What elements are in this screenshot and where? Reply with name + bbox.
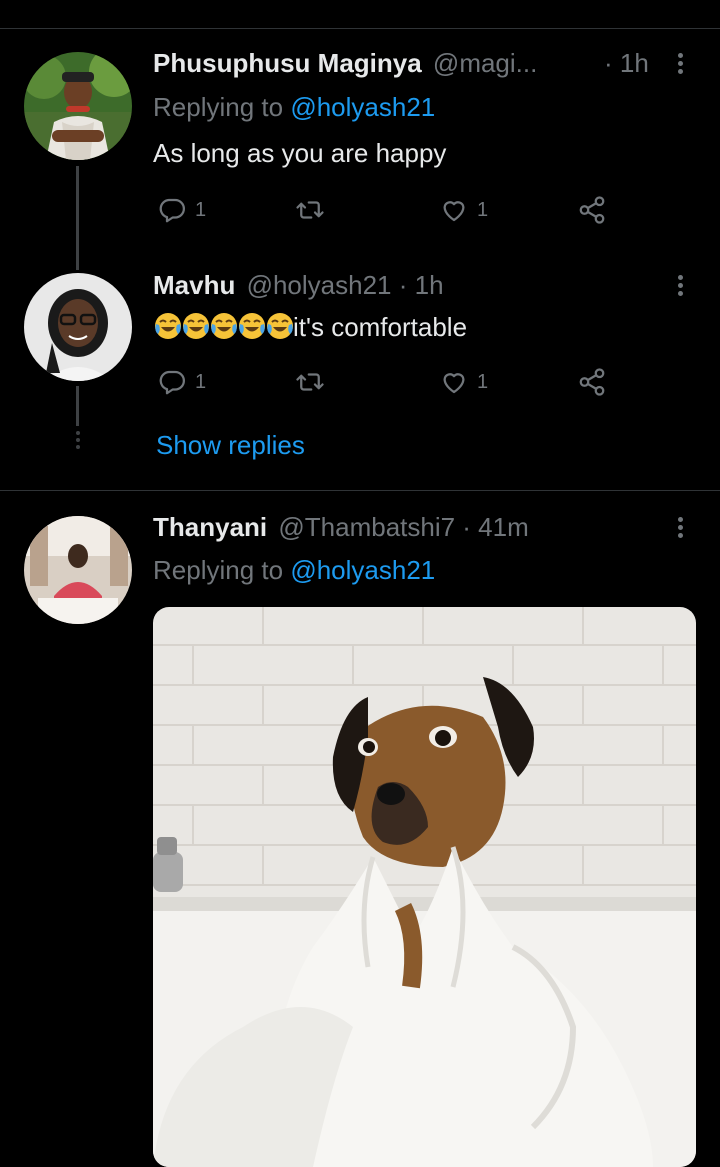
laughing-emoji-icon [239,313,265,339]
reply-button[interactable]: 1 [157,193,206,227]
tweet-actions: 1 1 [153,365,633,399]
user-handle[interactable]: @Thambatshi7 · 41m [278,512,528,542]
top-divider [0,28,720,29]
user-handle[interactable]: @holyash21 · 1h [247,270,444,300]
like-count: 1 [477,370,489,393]
emoji-row [153,312,293,342]
tweet-text: As long as you are happy [153,138,447,168]
retweet-icon [296,373,324,391]
reply-count: 1 [195,370,207,393]
timestamp[interactable]: · 1h [604,48,649,79]
avatar[interactable] [24,52,132,160]
laughing-emoji-icon [183,313,209,339]
like-icon [443,201,465,222]
more-icon[interactable] [668,272,692,302]
tweet-header: Mavhu @holyash21 · 1h [153,270,444,301]
replying-handle-link[interactable]: @holyash21 [290,92,435,122]
share-button[interactable] [577,365,607,399]
like-icon [443,373,465,394]
display-name[interactable]: Thanyani [153,512,267,542]
thread-line [76,386,79,426]
laughing-emoji-icon [267,313,293,339]
more-icon[interactable] [668,514,692,544]
reply-icon [159,198,185,223]
thread-dots [74,428,81,452]
replying-to: Replying to @holyash21 [153,92,435,123]
avatar[interactable] [24,273,132,381]
tweet-text: it's comfortable [293,312,468,342]
user-handle[interactable]: @magi... [433,48,537,78]
laughing-emoji-icon [211,313,237,339]
replying-to: Replying to @holyash21 [153,555,435,586]
tweet-header: Thanyani @Thambatshi7 · 41m [153,512,529,543]
share-icon [579,196,605,224]
retweet-button[interactable] [295,365,333,399]
retweet-icon [296,201,324,219]
replying-handle-link[interactable]: @holyash21 [290,555,435,585]
like-button[interactable]: 1 [439,193,488,227]
replying-prefix: Replying to [153,92,291,122]
reply-button[interactable]: 1 [157,365,206,399]
conversation-divider [0,490,720,491]
reply-icon [159,370,185,395]
display-name[interactable]: Phusuphusu Maginya [153,48,422,78]
laughing-emoji-icon [155,313,181,339]
share-button[interactable] [577,193,607,227]
tweet-image[interactable] [153,607,696,1167]
tweet-text-line: it's comfortable [153,311,467,343]
tweet-actions: 1 1 [153,193,633,227]
share-icon [579,368,605,396]
like-count: 1 [477,198,489,221]
avatar[interactable] [24,516,132,624]
thread-line [76,166,79,270]
replying-prefix: Replying to [153,555,291,585]
reply-count: 1 [195,198,207,221]
tweet-header: Phusuphusu Maginya @magi... [153,48,537,79]
like-button[interactable]: 1 [439,365,488,399]
retweet-button[interactable] [295,193,333,227]
more-icon[interactable] [668,50,692,80]
display-name[interactable]: Mavhu [153,270,235,300]
show-replies-link[interactable]: Show replies [156,430,305,461]
